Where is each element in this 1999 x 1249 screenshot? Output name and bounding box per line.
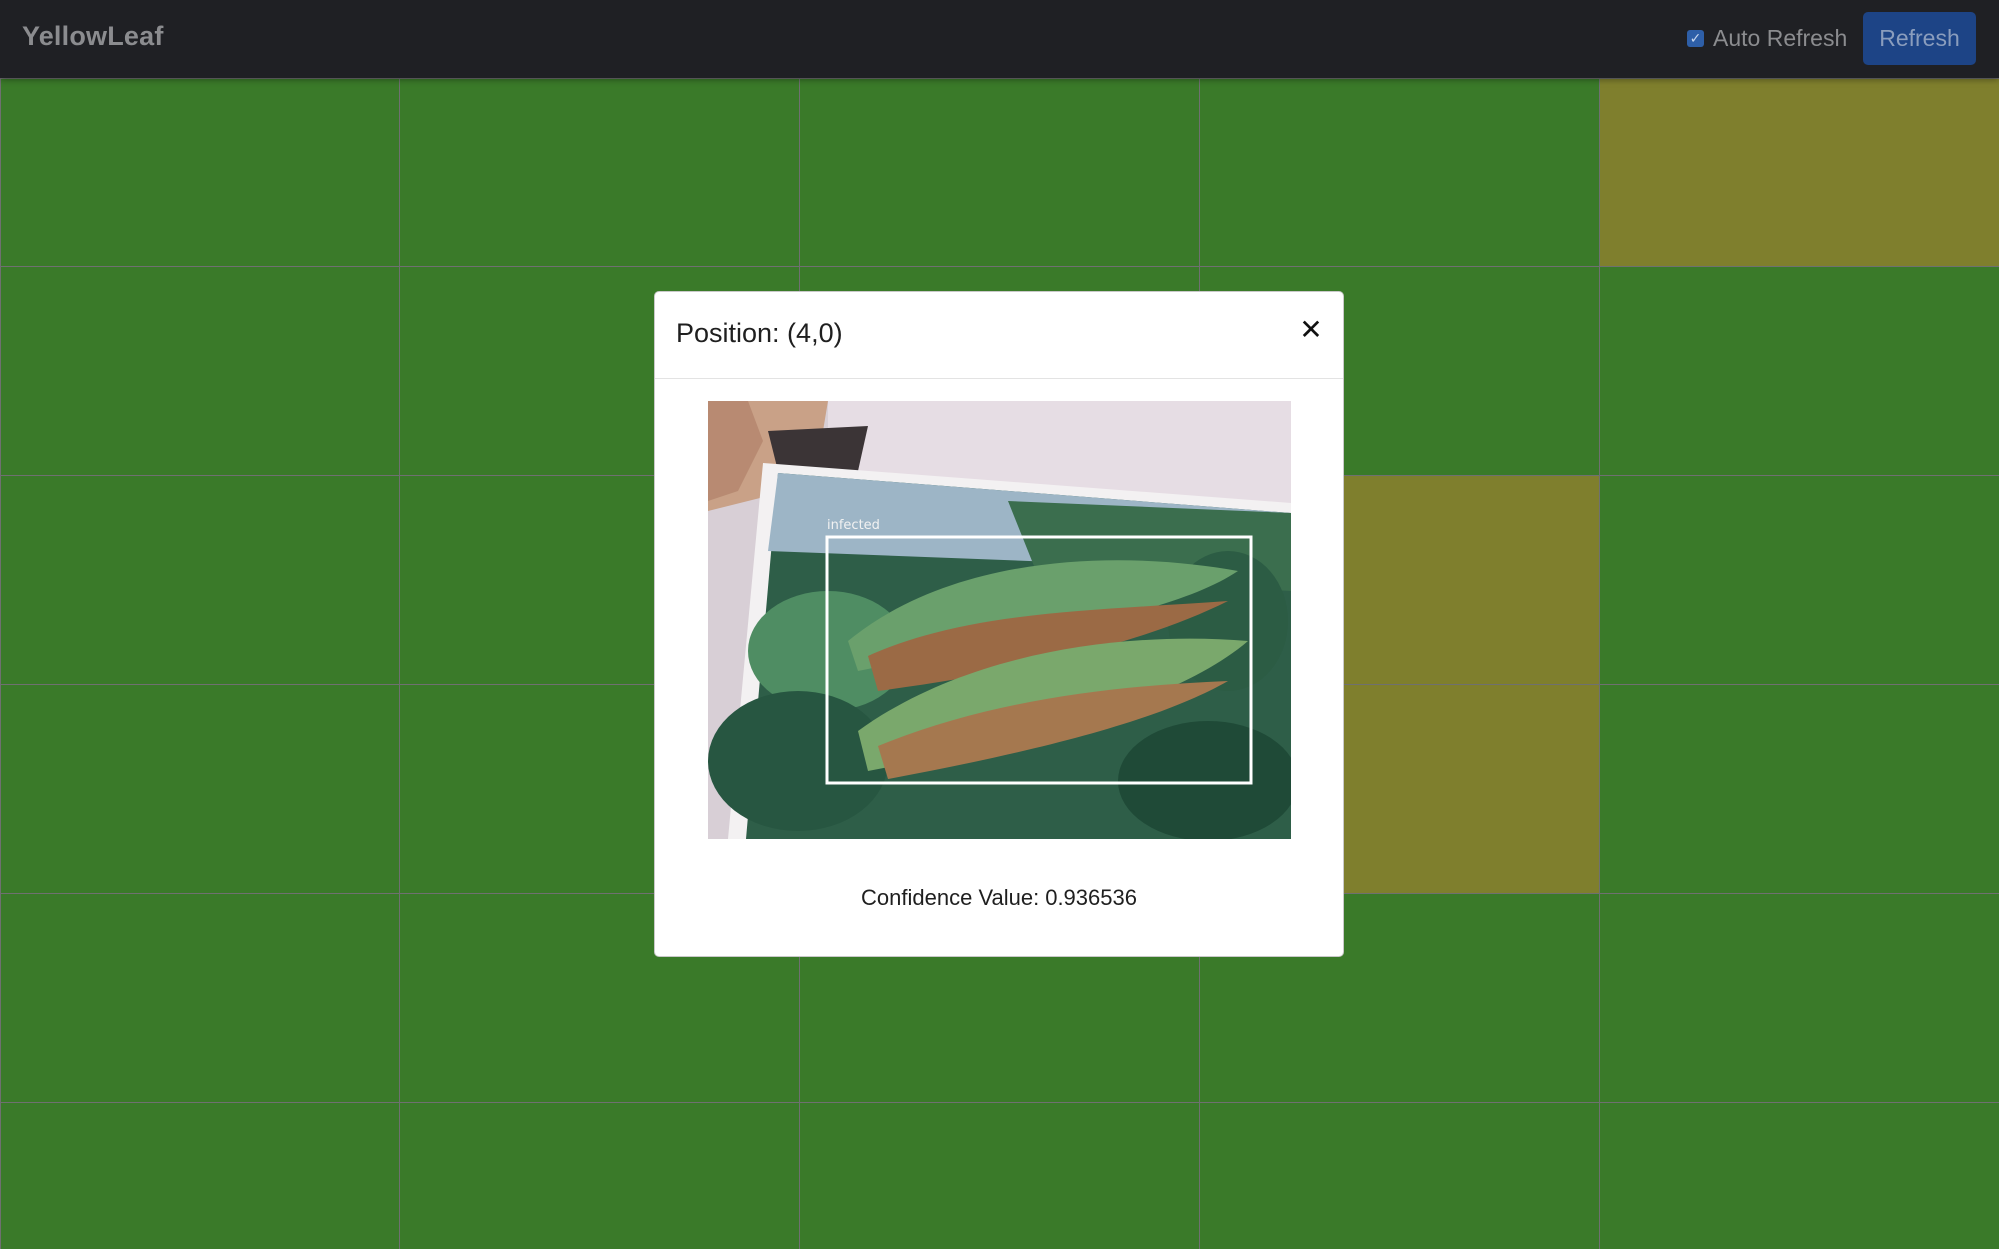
- leaf-photo: infected: [708, 401, 1291, 839]
- close-icon[interactable]: ✕: [1297, 316, 1325, 344]
- position-modal: Position: (4,0) ✕ infected Confidence Va…: [654, 291, 1344, 957]
- modal-title: Position: (4,0): [676, 318, 843, 348]
- confidence-label: Confidence Value:: [861, 885, 1040, 910]
- modal-header: Position: (4,0) ✕: [655, 292, 1343, 379]
- detection-label: infected: [827, 518, 880, 533]
- confidence-value: 0.936536: [1045, 885, 1137, 910]
- confidence-text: Confidence Value: 0.936536: [655, 885, 1343, 911]
